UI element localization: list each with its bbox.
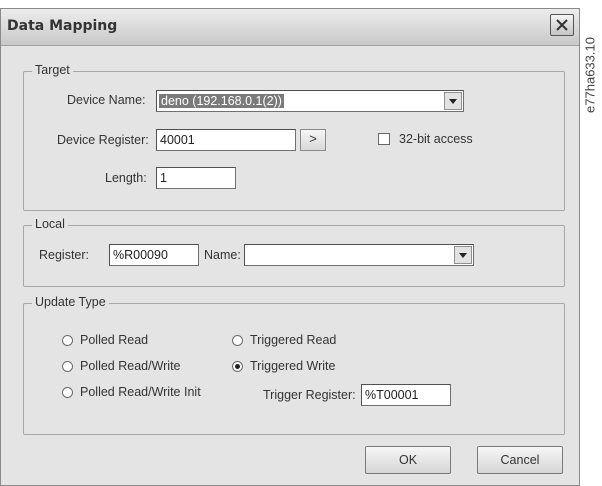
triggered-write-radio[interactable] <box>232 361 243 372</box>
triggered-write-label: Triggered Write <box>250 359 336 373</box>
register-input[interactable]: %R00090 <box>109 244 199 266</box>
device-register-input[interactable]: 40001 <box>156 129 296 151</box>
polled-read-write-radio[interactable] <box>62 361 73 372</box>
trigger-register-input[interactable]: %T00001 <box>361 384 451 406</box>
polled-read-write-label: Polled Read/Write <box>80 359 181 373</box>
device-name-dropdown-button[interactable] <box>444 92 462 110</box>
close-icon <box>556 19 568 31</box>
trigger-register-label: Trigger Register: <box>263 388 356 402</box>
local-legend: Local <box>32 217 68 231</box>
device-name-value: deno (192.168.0.1(2)) <box>159 94 284 108</box>
device-name-select[interactable]: deno (192.168.0.1(2)) <box>156 90 464 112</box>
length-label: Length: <box>105 171 147 185</box>
figure-id-label: e77ha633.10 <box>582 37 598 113</box>
triggered-read-label: Triggered Read <box>250 333 337 347</box>
update-type-legend: Update Type <box>32 295 109 309</box>
polled-read-radio[interactable] <box>62 335 73 346</box>
cancel-button[interactable]: Cancel <box>477 446 563 474</box>
register-label: Register: <box>39 248 90 262</box>
bit-access-checkbox[interactable] <box>378 133 390 145</box>
close-button[interactable] <box>550 14 574 36</box>
name-dropdown-button[interactable] <box>454 246 472 264</box>
polled-read-write-init-label: Polled Read/Write Init <box>80 385 201 399</box>
window-title: Data Mapping <box>7 18 118 34</box>
chevron-down-icon <box>459 253 467 258</box>
title-bar[interactable]: Data Mapping <box>1 9 579 46</box>
target-legend: Target <box>32 63 73 77</box>
length-input[interactable]: 1 <box>156 167 236 189</box>
device-register-label: Device Register: <box>57 133 149 147</box>
device-name-label: Device Name: <box>67 93 146 107</box>
ok-button[interactable]: OK <box>365 446 451 474</box>
triggered-read-radio[interactable] <box>232 335 243 346</box>
polled-read-label: Polled Read <box>80 333 149 347</box>
device-register-browse-button[interactable]: > <box>300 129 326 151</box>
data-mapping-dialog: Data Mapping Target Device Name: deno (1… <box>0 8 580 486</box>
polled-read-write-init-radio[interactable] <box>62 387 73 398</box>
chevron-down-icon <box>449 99 457 104</box>
bit-access-label: 32-bit access <box>399 132 473 146</box>
name-select[interactable] <box>244 244 474 266</box>
name-label: Name: <box>204 248 241 262</box>
